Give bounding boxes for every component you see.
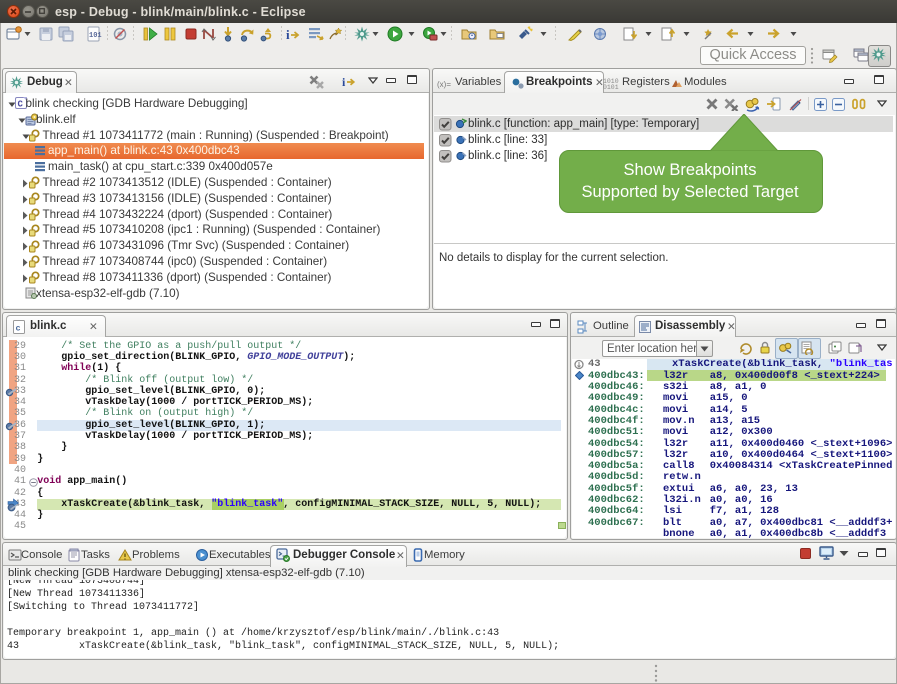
svg-text:C: C	[17, 100, 23, 110]
svg-text:(x)=: (x)=	[437, 80, 451, 89]
svg-text:c: c	[16, 324, 21, 334]
svg-text:0101: 0101	[603, 84, 619, 89]
svg-text:i: i	[342, 75, 346, 89]
svg-text:101: 101	[89, 32, 102, 40]
svg-text:i: i	[286, 27, 290, 42]
